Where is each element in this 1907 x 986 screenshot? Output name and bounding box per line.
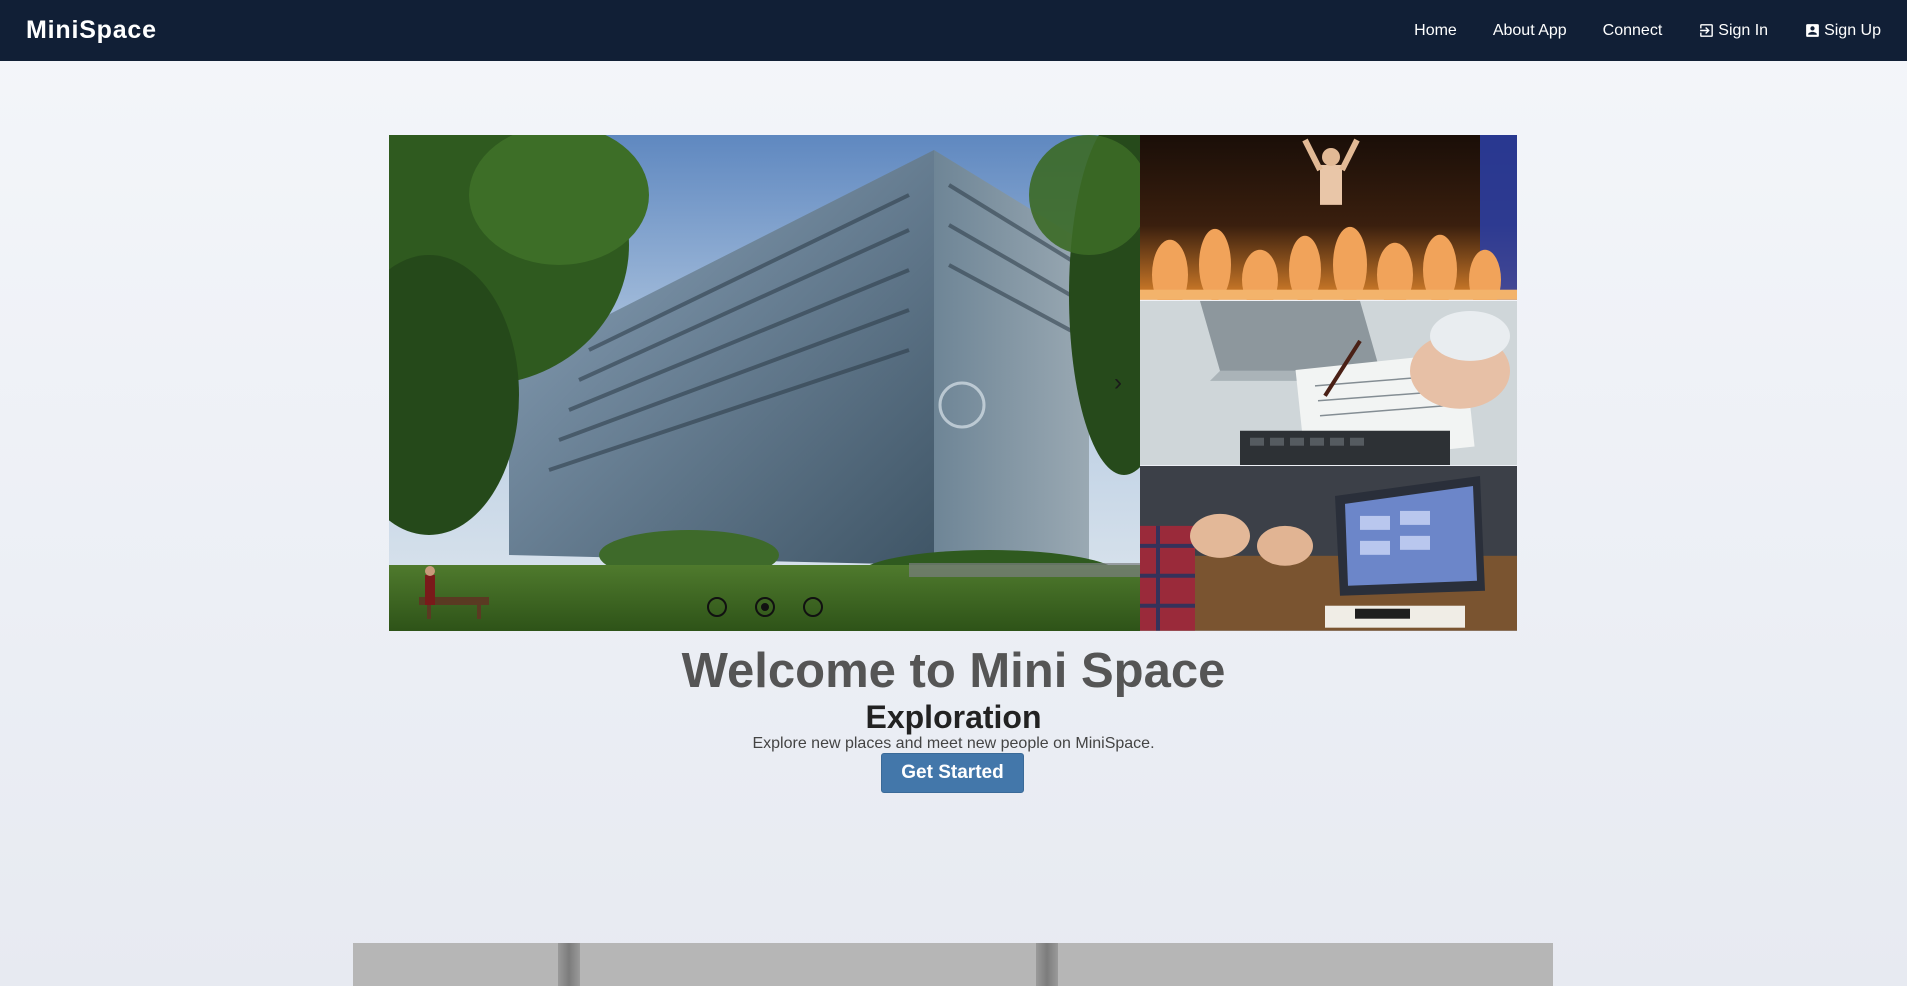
top-navbar: MiniSpace Home About App Connect Sign In…: [0, 0, 1907, 61]
user-badge-icon: [1806, 24, 1819, 37]
next-section-image: [353, 943, 1553, 986]
welcome-title: Welcome to Mini Space: [681, 644, 1226, 698]
building-photo: [389, 135, 1140, 631]
nav-connect-label: Connect: [1602, 21, 1663, 39]
tile-laptop-notes: [1140, 300, 1517, 466]
get-started-button[interactable]: Get Started: [881, 753, 1024, 793]
brand-logo[interactable]: MiniSpace: [26, 16, 157, 45]
nav-sign-in-link[interactable]: Sign In: [1698, 22, 1768, 40]
carousel-indicators: [707, 597, 823, 617]
nav-connect-link[interactable]: Connect: [1603, 22, 1663, 40]
laptop-notes-photo: [1140, 300, 1517, 466]
carousel-dot-2[interactable]: [755, 597, 775, 617]
side-image-tiles: [1140, 135, 1517, 632]
welcome-description: Explore new places and meet new people o…: [752, 735, 1155, 752]
welcome-subtitle: Exploration: [865, 699, 1042, 735]
hero-collage: ›: [389, 135, 1517, 632]
nav-links: Home About App Connect Sign In Sign Up: [1378, 22, 1881, 40]
meeting-photo: [1140, 466, 1517, 632]
nav-sign-up-link[interactable]: Sign Up: [1804, 22, 1881, 40]
carousel-dot-3[interactable]: [803, 597, 823, 617]
tile-meeting: [1140, 466, 1517, 632]
carousel-next-button[interactable]: ›: [1108, 370, 1128, 396]
nav-sign-up-label: Sign Up: [1824, 21, 1881, 39]
nav-about-link[interactable]: About App: [1493, 22, 1567, 40]
nav-about-label: About App: [1492, 21, 1567, 39]
chevron-right-icon: ›: [1114, 369, 1122, 396]
carousel-dot-1[interactable]: [707, 597, 727, 617]
sign-in-icon: [1700, 24, 1714, 37]
nav-home-label: Home: [1414, 21, 1457, 39]
image-carousel[interactable]: ›: [389, 135, 1140, 631]
nav-sign-in-label: Sign In: [1718, 21, 1769, 39]
nav-home-link[interactable]: Home: [1414, 22, 1457, 40]
tile-audience: [1140, 135, 1517, 300]
audience-photo: [1140, 135, 1517, 300]
